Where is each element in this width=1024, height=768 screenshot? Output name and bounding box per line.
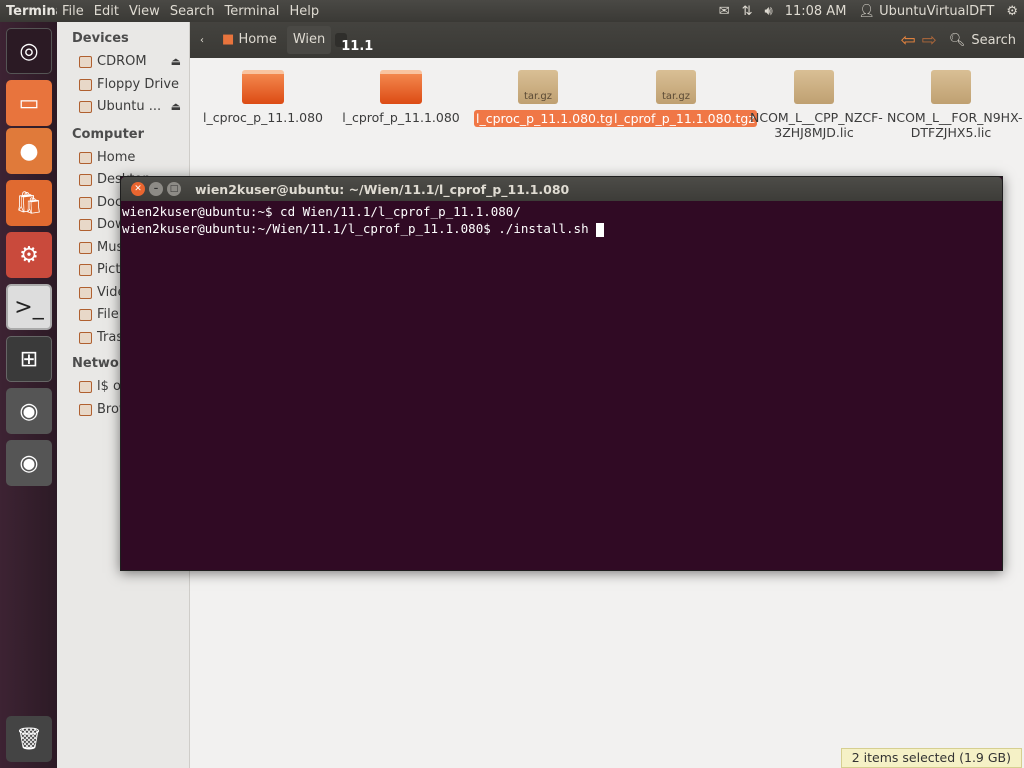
- label: l$ o: [97, 379, 121, 394]
- volume-icon[interactable]: 🔊︎: [765, 4, 773, 19]
- power-gear-icon[interactable]: ⚙: [1006, 4, 1018, 19]
- file-name: l_cproc_p_11.1.080: [202, 110, 323, 125]
- disc-icon: [79, 56, 92, 69]
- file-name: l_cprof_p_11.1.080: [342, 110, 460, 125]
- dvd-icon[interactable]: ◉: [6, 388, 52, 434]
- maximize-icon[interactable]: □: [167, 182, 181, 196]
- archive-icon: tar.gz: [518, 70, 558, 104]
- label: Ubuntu ...: [97, 99, 162, 114]
- archive-type-label: tar.gz: [661, 91, 691, 102]
- dvd-icon-2[interactable]: ◉: [6, 440, 52, 486]
- label: Home: [238, 32, 277, 47]
- mail-icon[interactable]: ✉: [719, 4, 730, 19]
- documents-icon: [79, 196, 92, 209]
- search-button[interactable]: Search: [971, 33, 1016, 48]
- sidebar-item-floppy[interactable]: Floppy Drive: [57, 74, 189, 97]
- file-name: l_cproc_p_11.1.080.tgz: [474, 110, 622, 127]
- toolbar: ‹ ■ Home Wien 11.1 ⇦ ⇨ 🔍︎ Search: [190, 22, 1024, 58]
- menu-edit[interactable]: Edit: [89, 4, 124, 19]
- menu-view[interactable]: View: [124, 4, 165, 19]
- file-name: NCOM_L__FOR_N9HX-DTFZJHX5.lic: [887, 110, 1023, 140]
- home-icon: [79, 151, 92, 164]
- files-icon[interactable]: ▭: [6, 80, 52, 126]
- user-name: UbuntuVirtualDFT: [879, 3, 995, 19]
- file-name: NCOM_L__CPP_NZCF-3ZHJ8MJD.lic: [750, 110, 883, 140]
- videos-icon: [79, 286, 92, 299]
- minimize-icon[interactable]: –: [149, 182, 163, 196]
- user-menu[interactable]: 👤︎ UbuntuVirtualDFT: [858, 4, 994, 19]
- file-item[interactable]: NCOM_L__FOR_N9HX-DTFZJHX5.lic: [887, 70, 1023, 140]
- package-icon: [931, 70, 971, 104]
- downloads-icon: [79, 219, 92, 232]
- sidebar-item-cdrom[interactable]: CDROM ⏏: [57, 51, 189, 74]
- terminal-title: wien2kuser@ubuntu: ~/Wien/11.1/l_cprof_p…: [195, 181, 570, 197]
- label: CDROM: [97, 54, 147, 69]
- network-icon[interactable]: ⇅: [742, 4, 753, 19]
- breadcrumb-wien[interactable]: Wien: [286, 26, 332, 54]
- menu-help[interactable]: Help: [284, 4, 324, 19]
- music-icon: [79, 241, 92, 254]
- workspace-switcher-icon[interactable]: ⊞: [6, 336, 52, 382]
- terminal-icon[interactable]: >_: [6, 284, 52, 330]
- trash-icon: [79, 331, 92, 344]
- breadcrumb-home[interactable]: ■ Home: [216, 26, 283, 54]
- file-item[interactable]: tar.gz l_cprof_p_11.1.080.tgz: [612, 70, 757, 127]
- dash-ubuntu-icon[interactable]: ◎: [6, 28, 52, 74]
- network-icon: [79, 403, 92, 416]
- network-folder-icon: [79, 381, 92, 394]
- top-panel: Terminal File Edit View Search Terminal …: [0, 0, 1024, 22]
- drive-icon: [79, 309, 92, 322]
- eject-icon[interactable]: ⏏: [171, 51, 181, 74]
- breadcrumb-11-1[interactable]: 11.1: [335, 33, 373, 54]
- close-icon[interactable]: ✕: [131, 182, 145, 196]
- terminal-line: wien2kuser@ubuntu:~$ cd Wien/11.1/l_cpro…: [122, 204, 521, 219]
- computer-heading: Computer: [72, 126, 145, 142]
- folder-icon: [242, 70, 284, 104]
- floppy-icon: [79, 78, 92, 91]
- sidebar-item-home[interactable]: Home: [57, 147, 189, 170]
- terminal-window[interactable]: ✕ – □ wien2kuser@ubuntu: ~/Wien/11.1/l_c…: [120, 176, 1003, 571]
- trash-icon[interactable]: 🗑︎: [6, 716, 52, 762]
- launcher: ◎ ▭ ● 🛍︎ ⚙ >_ ⊞ ◉ ◉ 🗑︎: [0, 22, 57, 768]
- user-icon: 👤︎: [858, 3, 875, 19]
- file-item[interactable]: NCOM_L__CPP_NZCF-3ZHJ8MJD.lic: [750, 70, 883, 140]
- status-bar: 2 items selected (1.9 GB): [840, 748, 1022, 768]
- file-item[interactable]: l_cprof_p_11.1.080: [337, 70, 465, 125]
- file-item[interactable]: tar.gz l_cproc_p_11.1.080.tgz: [474, 70, 622, 127]
- file-item[interactable]: l_cproc_p_11.1.080: [199, 70, 327, 125]
- forward-arrow-icon[interactable]: ⇨: [922, 30, 937, 51]
- menu-file[interactable]: File: [57, 4, 89, 19]
- system-settings-icon[interactable]: ⚙: [6, 232, 52, 278]
- search-icon[interactable]: 🔍︎: [949, 33, 966, 48]
- terminal-line: wien2kuser@ubuntu:~/Wien/11.1/l_cprof_p_…: [122, 221, 597, 236]
- menu-terminal[interactable]: Terminal: [219, 4, 284, 19]
- label: Home: [97, 149, 136, 165]
- terminal-titlebar[interactable]: ✕ – □ wien2kuser@ubuntu: ~/Wien/11.1/l_c…: [121, 177, 1002, 201]
- clock[interactable]: 11:08 AM: [785, 4, 847, 19]
- menu-search[interactable]: Search: [165, 4, 220, 19]
- devices-heading: Devices: [72, 31, 129, 46]
- label: Floppy Drive: [97, 76, 180, 92]
- app-name: Terminal: [6, 3, 57, 19]
- sidebar-item-ubuntu[interactable]: Ubuntu ... ⏏: [57, 96, 189, 119]
- pictures-icon: [79, 264, 92, 277]
- cursor: [596, 222, 605, 237]
- package-icon: [794, 70, 834, 104]
- desktop-icon: [79, 174, 92, 187]
- archive-icon: tar.gz: [656, 70, 696, 104]
- back-arrow-icon[interactable]: ⇦: [901, 30, 916, 51]
- home-folder-icon: ■: [222, 32, 235, 47]
- eject-icon[interactable]: ⏏: [171, 96, 181, 119]
- firefox-icon[interactable]: ●: [6, 128, 52, 174]
- software-center-icon[interactable]: 🛍︎: [6, 180, 52, 226]
- folder-icon: [380, 70, 422, 104]
- disc-icon: [79, 101, 92, 114]
- file-name: l_cprof_p_11.1.080.tgz: [612, 110, 757, 127]
- terminal-output[interactable]: wien2kuser@ubuntu:~$ cd Wien/11.1/l_cpro…: [121, 201, 1002, 239]
- crumb-scroll-left-icon[interactable]: ‹: [200, 35, 204, 46]
